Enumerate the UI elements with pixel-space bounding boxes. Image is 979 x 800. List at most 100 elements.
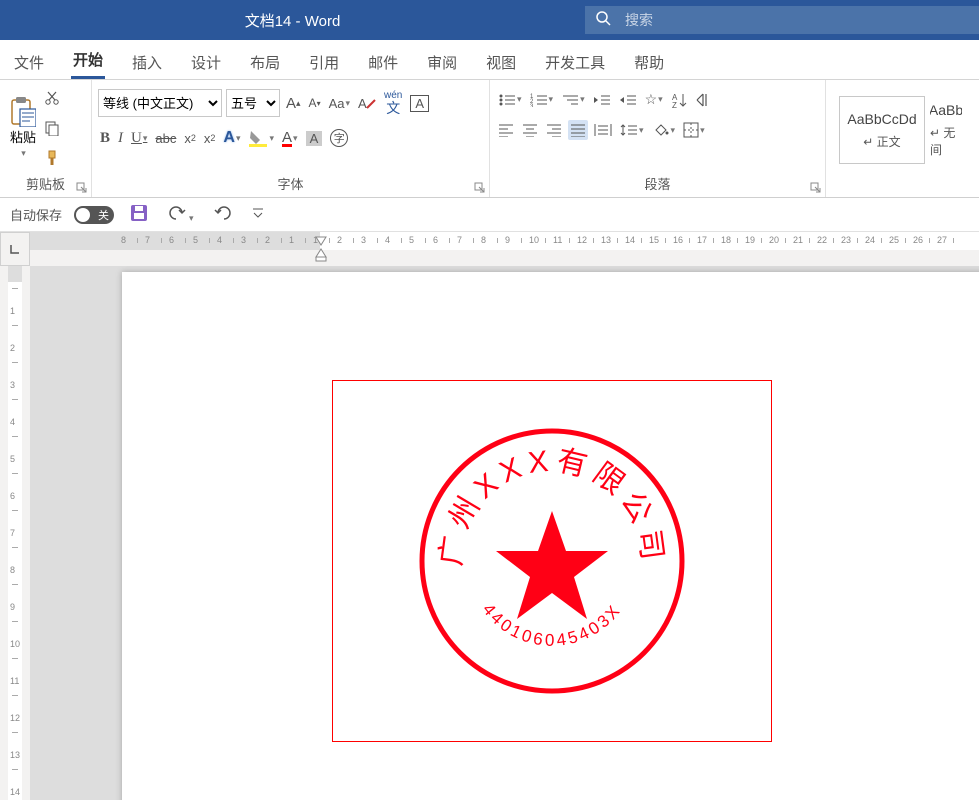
group-label-font: 字体: [98, 172, 483, 195]
style-normal[interactable]: AaBbCcDd ↵ 正文: [839, 96, 925, 164]
sort-icon: AZ: [671, 92, 687, 108]
enclose-char-button[interactable]: 字: [328, 126, 350, 150]
line-spacing-icon: [620, 123, 638, 137]
sort-button[interactable]: AZ: [669, 89, 689, 111]
bullets-button[interactable]: ▾: [496, 90, 524, 110]
align-center-icon: [522, 123, 538, 137]
tab-mail[interactable]: 邮件: [366, 44, 400, 79]
copy-icon: [44, 120, 60, 136]
indent-icon: [619, 93, 637, 107]
eraser-a-icon: A: [358, 95, 376, 111]
svg-text:A: A: [358, 96, 367, 111]
chevron-down-icon: ▾: [20, 148, 26, 159]
strikethrough-button[interactable]: abc: [153, 128, 178, 149]
increase-indent-button[interactable]: [617, 90, 639, 110]
tab-layout[interactable]: 布局: [248, 44, 282, 79]
superscript-button[interactable]: x2: [202, 128, 218, 149]
align-right-button[interactable]: [544, 120, 564, 140]
tab-review[interactable]: 审阅: [425, 44, 459, 79]
cut-button[interactable]: [42, 87, 62, 109]
undo-icon: [168, 205, 188, 221]
borders-button[interactable]: ▾: [681, 119, 707, 141]
clear-format-button[interactable]: A: [356, 92, 378, 114]
align-center-button[interactable]: [520, 120, 540, 140]
tab-developer[interactable]: 开发工具: [543, 44, 607, 79]
vertical-ruler[interactable]: 1234567891011121314: [0, 266, 30, 800]
tab-stop-icon: [8, 242, 22, 256]
tab-home[interactable]: 开始: [71, 41, 105, 79]
asian-layout-button[interactable]: ☆▾: [643, 88, 665, 111]
text-box-shape[interactable]: 广州XXX有限公司 440106045403X: [332, 380, 772, 742]
multilevel-icon: [561, 93, 579, 107]
copy-button[interactable]: [42, 117, 62, 139]
justify-button[interactable]: [568, 120, 588, 140]
font-launcher[interactable]: [474, 182, 486, 194]
autosave-label: 自动保存: [10, 205, 62, 224]
font-name-select[interactable]: 等线 (中文正文): [98, 89, 222, 117]
char-shading-button[interactable]: A: [304, 128, 325, 149]
svg-text:3: 3: [530, 104, 534, 107]
subscript-button[interactable]: x2: [182, 128, 198, 149]
show-marks-button[interactable]: [693, 89, 713, 111]
save-button[interactable]: [126, 200, 152, 229]
grow-font-button[interactable]: A▴: [284, 92, 303, 115]
paste-button[interactable]: 粘贴 ▾: [6, 95, 40, 161]
group-label-paragraph: 段落: [496, 172, 819, 195]
search-box[interactable]: [585, 6, 979, 34]
numbering-button[interactable]: 123▾: [528, 90, 556, 110]
distribute-button[interactable]: [592, 120, 614, 140]
tab-file[interactable]: 文件: [12, 44, 46, 79]
tab-insert[interactable]: 插入: [130, 44, 164, 79]
highlight-button[interactable]: ▾: [246, 126, 276, 150]
numbering-icon: 123: [530, 93, 548, 107]
clipboard-launcher[interactable]: [76, 182, 88, 194]
phonetic-guide-button[interactable]: wén文: [382, 88, 404, 118]
underline-button[interactable]: U▾: [129, 127, 149, 150]
format-painter-button[interactable]: [42, 147, 62, 169]
shrink-font-button[interactable]: A▾: [307, 93, 323, 113]
decrease-indent-button[interactable]: [591, 90, 613, 110]
tab-help[interactable]: 帮助: [632, 44, 666, 79]
style-no-spacing[interactable]: AaBb ↵ 无间: [929, 96, 963, 164]
page[interactable]: 广州XXX有限公司 440106045403X: [122, 272, 979, 800]
ruler-corner: [0, 232, 30, 266]
window-title: 文档14 - Word: [0, 10, 585, 31]
align-left-button[interactable]: [496, 120, 516, 140]
chevron-down-icon: [252, 206, 264, 220]
paragraph-launcher[interactable]: [810, 182, 822, 194]
redo-icon: [214, 205, 232, 221]
char-border-button[interactable]: A: [408, 92, 431, 115]
search-icon: [595, 10, 611, 31]
clipboard-icon: [10, 97, 36, 127]
autosave-toggle[interactable]: 关: [74, 206, 114, 224]
save-icon: [130, 204, 148, 222]
bold-button[interactable]: B: [98, 127, 112, 150]
change-case-button[interactable]: Aa▾: [327, 93, 352, 114]
font-color-button[interactable]: A▾: [280, 126, 300, 150]
svg-text:Z: Z: [672, 101, 677, 108]
brush-icon: [44, 150, 60, 166]
horizontal-ruler[interactable]: 8765432112345678910111213141516171819202…: [30, 232, 979, 266]
company-seal: 广州XXX有限公司 440106045403X: [412, 421, 692, 701]
document-area[interactable]: 广州XXX有限公司 440106045403X: [30, 266, 979, 800]
hanging-indent[interactable]: [315, 248, 327, 262]
bucket-icon: [652, 122, 670, 138]
font-size-select[interactable]: 五号: [226, 89, 280, 117]
line-spacing-button[interactable]: ▾: [618, 120, 646, 140]
bullets-icon: [498, 93, 516, 107]
tab-view[interactable]: 视图: [484, 44, 518, 79]
shading-button[interactable]: ▾: [650, 119, 678, 141]
redo-button[interactable]: [210, 201, 236, 228]
justify-icon: [570, 123, 586, 137]
align-left-icon: [498, 123, 514, 137]
search-input[interactable]: [625, 12, 969, 28]
tab-references[interactable]: 引用: [307, 44, 341, 79]
text-effects-button[interactable]: A▾: [221, 126, 242, 150]
multilevel-list-button[interactable]: ▾: [559, 90, 587, 110]
italic-button[interactable]: I: [116, 127, 125, 150]
qat-customize[interactable]: [248, 202, 268, 227]
outdent-icon: [593, 93, 611, 107]
ribbon: 粘贴 ▾ 剪贴板 等线 (中文正文) 五号 A▴ A▾ Aa▾ A wén文 A: [0, 80, 979, 198]
tab-design[interactable]: 设计: [189, 44, 223, 79]
undo-button[interactable]: ▾: [164, 201, 198, 228]
